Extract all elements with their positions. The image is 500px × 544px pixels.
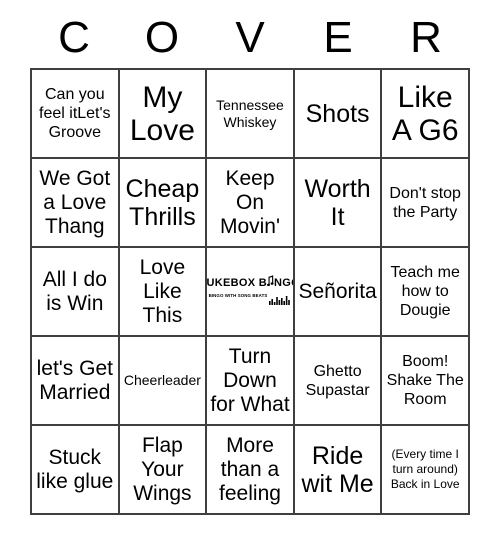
header-letter-c: C [58, 13, 90, 62]
bingo-cell[interactable]: Shots [294, 70, 383, 159]
bingo-cell-label: Love Like This [139, 255, 186, 327]
bingo-cell[interactable]: Love Like This [119, 248, 208, 337]
bingo-cell[interactable]: Like A G6 [382, 70, 470, 159]
logo-tagline: BINGO WITH SONG BEATS [208, 292, 268, 298]
bingo-cell-label: Ghetto Supastar [305, 362, 370, 399]
bingo-cell[interactable]: My Love [119, 70, 208, 159]
bingo-cell-label: (Every time I turn around) Back in Love [390, 447, 460, 491]
bingo-cell-label: Keep On Movin' [219, 166, 280, 238]
bingo-card: C O V E R Can you feel itLet's Groove My… [0, 0, 500, 544]
bingo-cell-label: My Love [129, 80, 195, 147]
bingo-cell[interactable]: Ride wit Me [294, 426, 383, 515]
bingo-header-letters: C O V E R [30, 8, 470, 68]
logo-word-right: NG [273, 276, 292, 289]
bingo-cell-label: Teach me how to Dougie [390, 264, 460, 319]
bingo-cell[interactable]: All I do is Win [32, 248, 120, 337]
bingo-cell[interactable]: Tennessee Whiskey [207, 70, 295, 159]
bingo-cell-label: Stuck like glue [36, 445, 114, 493]
bingo-cell[interactable]: Don't stop the Party [382, 159, 470, 248]
bingo-cell-label: Cheap Thrills [125, 174, 200, 231]
bingo-cell[interactable]: Cheerleader [119, 337, 208, 426]
bingo-cell[interactable]: Boom! Shake The Room [382, 337, 470, 426]
bingo-cell-label: Like A G6 [391, 80, 459, 147]
bingo-cell-label: Can you feel itLet's Groove [39, 86, 111, 141]
bingo-cell-label: All I do is Win [42, 267, 107, 315]
bingo-cell[interactable]: Señorita [294, 248, 383, 337]
bingo-cell-label: Don't stop the Party [389, 184, 461, 221]
equalizer-icon [269, 292, 291, 310]
header-letter-r: R [410, 13, 442, 62]
bingo-cell[interactable]: (Every time I turn around) Back in Love [382, 426, 470, 515]
bingo-cell-label: Boom! Shake The Room [386, 353, 464, 408]
bingo-grid: Can you feel itLet's Groove My Love Tenn… [30, 68, 470, 515]
bingo-cell-label: let's Get Married [36, 356, 113, 404]
bingo-cell[interactable]: Ghetto Supastar [294, 337, 383, 426]
bingo-cell[interactable]: Flap Your Wings [119, 426, 208, 515]
bingo-cell[interactable]: Worth It [294, 159, 383, 248]
bingo-cell[interactable]: Stuck like glue [32, 426, 120, 515]
header-letter-o: O [144, 13, 180, 62]
bingo-cell-label: More than a feeling [219, 433, 281, 505]
bingo-cell[interactable]: We Got a Love Thang [32, 159, 120, 248]
bingo-cell[interactable]: Can you feel itLet's Groove [32, 70, 120, 159]
bingo-cell[interactable]: let's Get Married [32, 337, 120, 426]
bingo-cell-label: Flap Your Wings [133, 433, 192, 505]
header-letter-v: V [235, 13, 265, 62]
bingo-cell[interactable]: Teach me how to Dougie [382, 248, 470, 337]
bingo-cell-label: Señorita [298, 279, 377, 303]
bingo-free-space-logo-cell[interactable]: JUKEBOX B NG O BINGO WITH SONG BEATS [207, 248, 295, 337]
bingo-cell-label: We Got a Love Thang [39, 166, 111, 238]
bingo-cell[interactable]: More than a feeling [207, 426, 295, 515]
bingo-cell-label: Cheerleader [123, 372, 201, 388]
bingo-cell[interactable]: Cheap Thrills [119, 159, 208, 248]
jukebox-bingo-logo-wordmark: JUKEBOX B NG O [207, 274, 293, 292]
bingo-cell-label: Shots [305, 99, 370, 128]
bingo-cell-label: Worth It [304, 174, 371, 231]
bingo-cell[interactable]: Keep On Movin' [207, 159, 295, 248]
bingo-cell[interactable]: Turn Down for What [207, 337, 295, 426]
bingo-cell-label: Turn Down for What [210, 344, 290, 416]
header-letter-e: E [323, 13, 353, 62]
music-note-icon [266, 274, 274, 292]
jukebox-bingo-logo: JUKEBOX B NG O BINGO WITH SONG BEATS [207, 274, 293, 310]
logo-word-left: JUKEBOX B [207, 276, 267, 289]
bingo-cell-label: Tennessee Whiskey [216, 96, 284, 130]
bingo-cell-label: Ride wit Me [301, 441, 374, 498]
